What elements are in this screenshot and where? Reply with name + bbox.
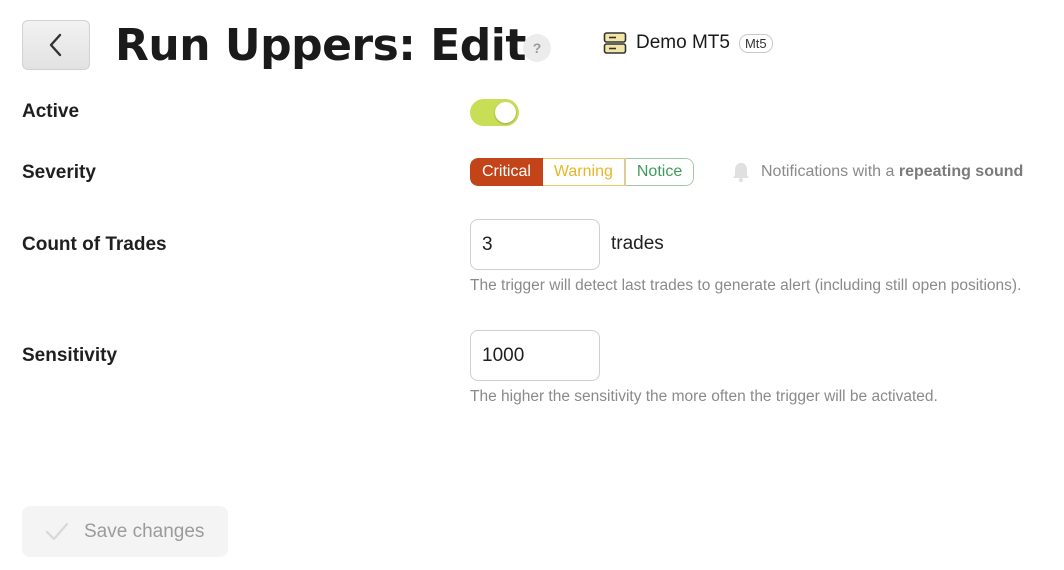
chevron-left-icon xyxy=(49,33,62,57)
account-indicator[interactable]: Demo MT5 Mt5 xyxy=(603,31,773,55)
save-changes-label: Save changes xyxy=(84,520,205,542)
server-icon xyxy=(603,32,627,54)
severity-note-emphasis: repeating sound xyxy=(898,163,1024,180)
account-name: Demo MT5 xyxy=(636,32,730,53)
help-icon[interactable]: ? xyxy=(523,34,551,62)
severity-notice-button[interactable]: Notice xyxy=(624,158,695,186)
bell-icon xyxy=(733,163,749,183)
check-icon xyxy=(45,522,69,540)
back-button[interactable] xyxy=(22,20,90,70)
account-type-badge: Mt5 xyxy=(738,33,773,53)
count-of-trades-hint: The trigger will detect last trades to g… xyxy=(470,277,1022,294)
severity-critical-button[interactable]: Critical xyxy=(470,158,543,186)
page-title: Run Uppers: Edit xyxy=(115,20,526,71)
toggle-knob xyxy=(495,102,516,123)
save-changes-button[interactable]: Save changes xyxy=(22,506,228,557)
count-of-trades-unit: trades xyxy=(611,233,664,254)
severity-label: Severity xyxy=(22,162,96,183)
active-label: Active xyxy=(22,101,80,122)
sensitivity-hint: The higher the sensitivity the more ofte… xyxy=(470,388,938,405)
severity-note-text: Notifications with a xyxy=(761,163,895,180)
active-toggle[interactable] xyxy=(470,99,519,126)
sensitivity-label: Sensitivity xyxy=(22,345,118,366)
severity-warning-button[interactable]: Warning xyxy=(542,158,625,186)
severity-selector: Critical Warning Notice xyxy=(470,158,695,186)
count-of-trades-label: Count of Trades xyxy=(22,234,167,255)
count-of-trades-input[interactable] xyxy=(470,219,600,270)
severity-note: Notifications with a repeating sound xyxy=(731,161,1023,183)
sensitivity-input[interactable] xyxy=(470,330,600,381)
